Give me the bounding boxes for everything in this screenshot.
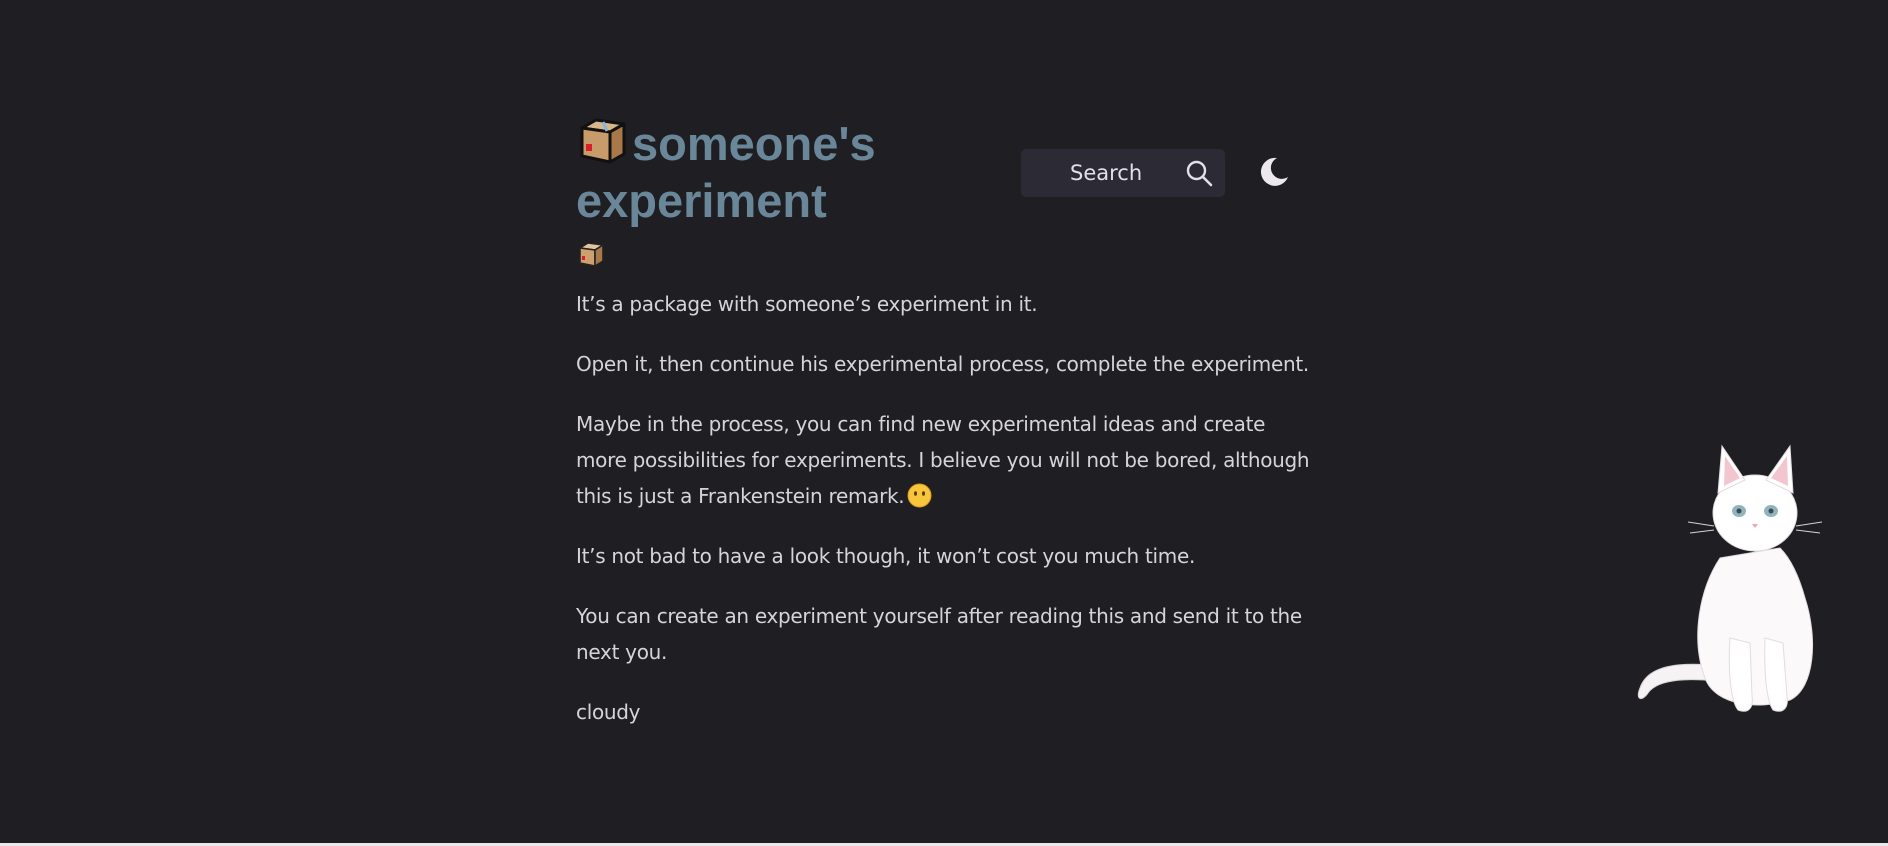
site-header: someone's experiment Search [576, 115, 1316, 240]
paragraph-4: It’s not bad to have a look though, it w… [576, 544, 1196, 568]
search-icon [1186, 160, 1213, 187]
post-content: It’s a package with someone’s experiment… [576, 240, 1316, 730]
signature: cloudy [576, 700, 641, 724]
site-title-text-2: experiment [576, 174, 827, 227]
paragraph-2: Open it, then continue his experimental … [576, 352, 1309, 376]
paragraph-5: You can create an experiment yourself af… [576, 604, 1302, 664]
package-icon [579, 242, 604, 267]
no-mouth-face-icon [907, 483, 932, 508]
paragraph-3-text: Maybe in the process, you can find new e… [576, 412, 1310, 508]
site-title-text-1: someone's [632, 117, 876, 170]
page: someone's experiment Search It’s a packa… [0, 0, 1888, 846]
site-title-link[interactable]: someone's experiment [576, 115, 976, 229]
moon-icon[interactable] [1257, 155, 1291, 189]
search-label: Search [1070, 161, 1143, 185]
paragraph-1: It’s a package with someone’s experiment… [576, 292, 1038, 316]
main-container: someone's experiment Search It’s a packa… [576, 115, 1316, 754]
site-title-line-1: someone's [576, 115, 976, 172]
paragraph-3: Maybe in the process, you can find new e… [576, 406, 1316, 514]
search-button[interactable]: Search [1021, 149, 1225, 197]
white-cat-icon[interactable] [1630, 438, 1842, 720]
package-icon [580, 118, 626, 164]
